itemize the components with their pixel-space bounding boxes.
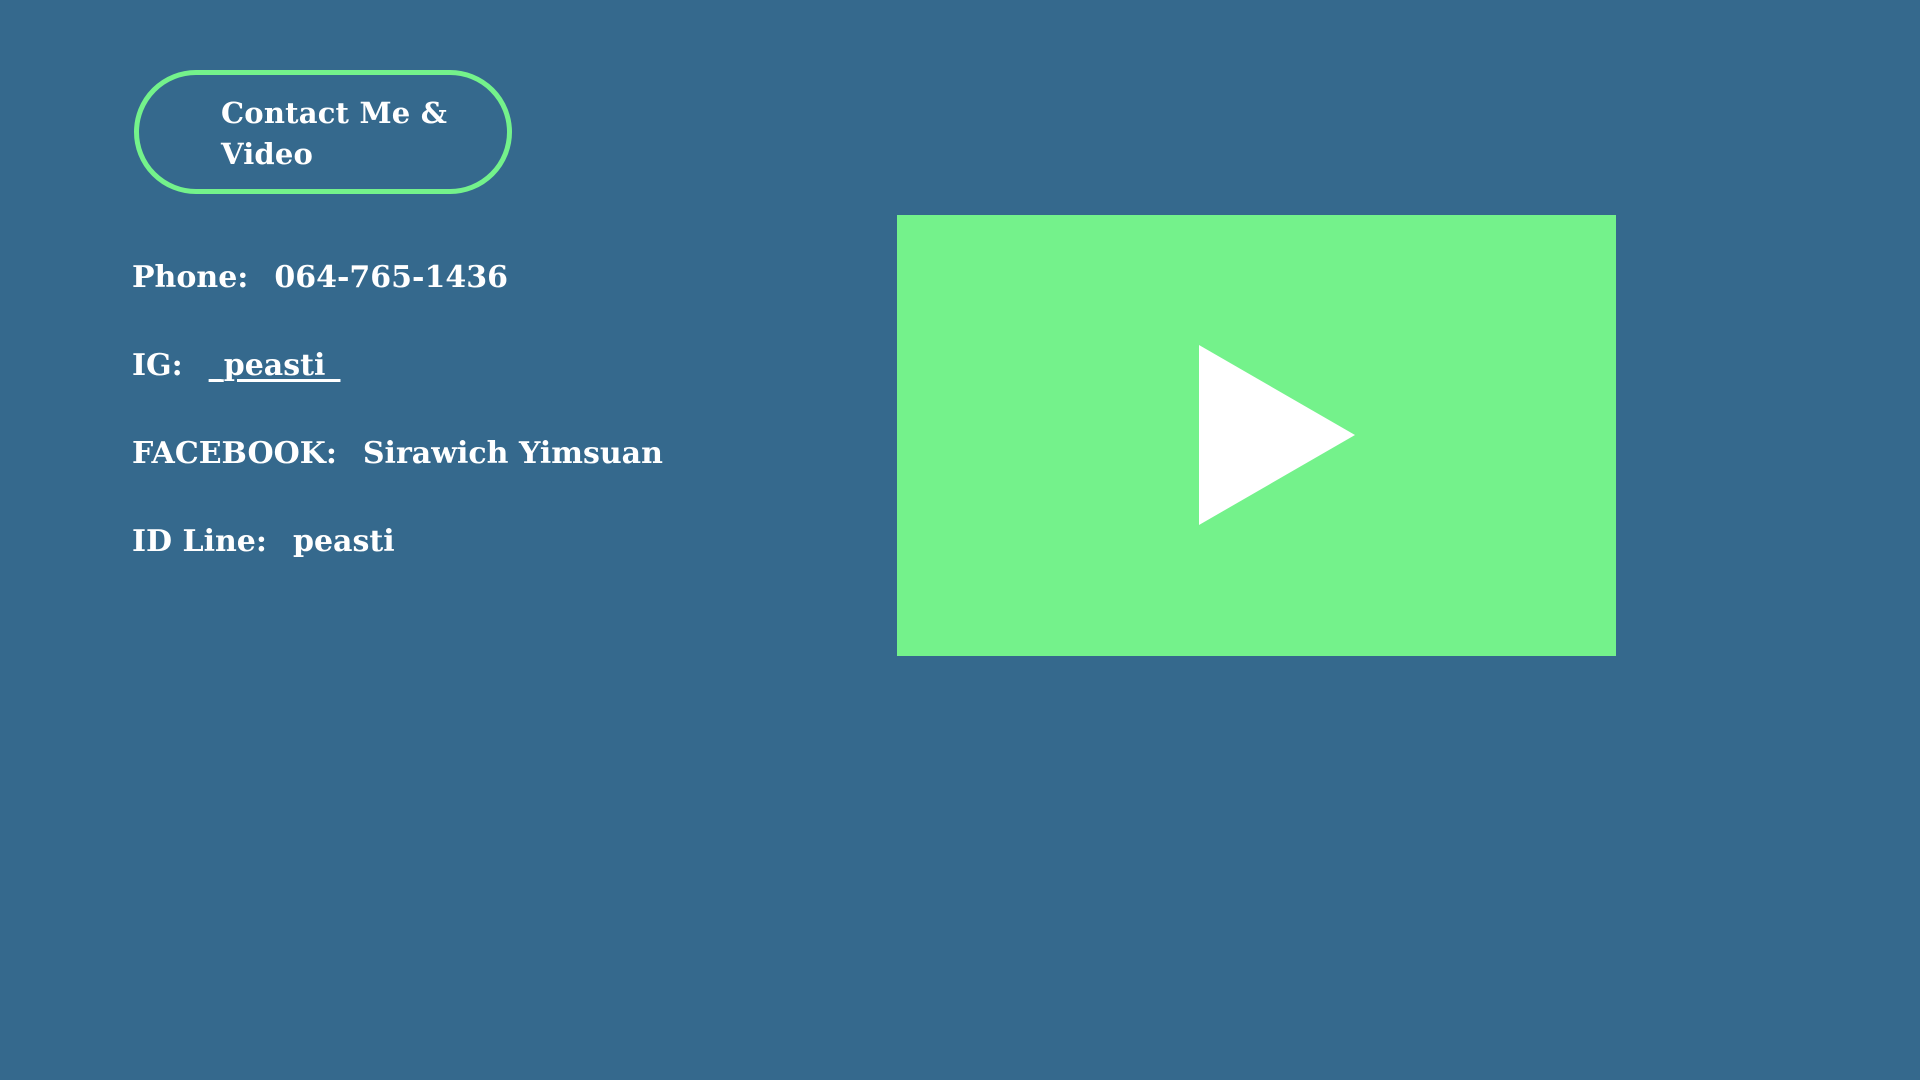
play-icon[interactable] (1199, 345, 1355, 525)
title-badge: Contact Me & Video (134, 70, 512, 194)
facebook-value: Sirawich Yimsuan (362, 436, 663, 471)
ig-label: IG: (132, 348, 183, 383)
line-label: ID Line: (132, 524, 267, 559)
facebook-label: FACEBOOK: (132, 436, 337, 471)
contact-line: ID Line: peasti (132, 522, 395, 562)
video-player[interactable] (897, 215, 1616, 656)
slide: Contact Me & Video Phone: 064-765-1436 IG… (0, 0, 1920, 1080)
contact-facebook: FACEBOOK: Sirawich Yimsuan (132, 434, 663, 474)
contact-phone: Phone: 064-765-1436 (132, 258, 508, 298)
ig-link[interactable]: _peasti_ (209, 346, 341, 386)
page-title: Contact Me & Video (221, 96, 448, 171)
phone-value: 064-765-1436 (274, 260, 509, 295)
line-value: peasti (292, 524, 395, 559)
phone-label: Phone: (132, 260, 249, 295)
contact-ig: IG: _peasti_ (132, 346, 340, 386)
